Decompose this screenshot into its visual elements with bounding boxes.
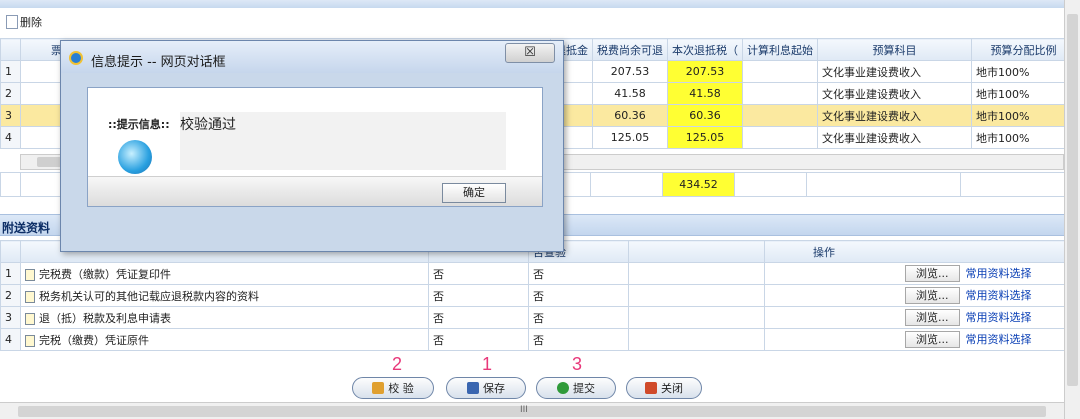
annotation-number: 3 <box>572 354 583 374</box>
delete-icon[interactable] <box>6 15 18 29</box>
common-materials-link[interactable]: 常用资料选择 <box>966 289 1032 302</box>
scale-icon <box>372 382 385 394</box>
attachments-grid: 否查验 操作 1 完税费（缴款）凭证复印件 否否 浏览... 常用资料选择 2 税… <box>0 240 1065 351</box>
section-header-refund-detail <box>0 0 1064 8</box>
table-row[interactable]: 3 退（抵）税款及利息申请表 否否 浏览... 常用资料选择 <box>0 306 1065 329</box>
browse-button[interactable]: 浏览... <box>905 287 960 304</box>
document-icon <box>25 268 35 281</box>
page-vertical-scrollbar[interactable] <box>1064 0 1080 419</box>
ok-button[interactable]: 确定 <box>442 183 506 203</box>
save-button[interactable]: 保存 <box>446 377 526 399</box>
dialog-body: ::提示信息:: 校验通过 确定 <box>87 87 543 207</box>
delete-button[interactable]: 删除 <box>20 14 42 30</box>
prompt-label: ::提示信息:: <box>108 118 170 131</box>
toolbar: 删除 <box>0 10 1064 34</box>
table-row[interactable]: 4 完税（缴费）凭证原件 否否 浏览... 常用资料选择 <box>0 328 1065 351</box>
annotation-number: 2 <box>392 354 403 374</box>
submit-button[interactable]: 提交 <box>536 377 616 399</box>
dialog-message: 校验通过 <box>180 117 236 133</box>
col-header-remain: 税费尚余可退 <box>592 38 668 61</box>
annotation-number: 1 <box>482 354 493 374</box>
col-header-budget-subject: 预算科目 <box>817 38 972 61</box>
browse-button[interactable]: 浏览... <box>905 331 960 348</box>
document-icon <box>25 312 35 325</box>
scrollbar-thumb[interactable] <box>1067 14 1078 386</box>
exit-icon <box>645 382 657 394</box>
table-row[interactable]: 2 税务机关认可的其他记载应退税款内容的资料 否否 浏览... 常用资料选择 <box>0 284 1065 307</box>
browse-button[interactable]: 浏览... <box>905 265 960 282</box>
scrollbar-grip: III <box>520 405 528 415</box>
document-icon <box>25 334 35 347</box>
table-row[interactable]: 1 完税费（缴款）凭证复印件 否否 浏览... 常用资料选择 <box>0 262 1065 285</box>
browse-button[interactable]: 浏览... <box>905 309 960 326</box>
col-header-operation: 操作 <box>764 240 1065 263</box>
dialog-close-button[interactable]: ☒ <box>505 43 555 63</box>
col-header-budget-ratio: 预算分配比例 <box>971 38 1076 61</box>
common-materials-link[interactable]: 常用资料选择 <box>966 311 1032 324</box>
info-dialog: 信息提示 -- 网页对话框 ☒ ::提示信息:: 校验通过 确定 <box>60 40 564 252</box>
page-horizontal-scrollbar[interactable]: III <box>0 402 1064 419</box>
dialog-footer: 确定 <box>88 176 542 206</box>
info-globe-icon <box>118 140 152 174</box>
check-circle-icon <box>557 382 569 394</box>
col-header-interest-start: 计算利息起始 <box>742 38 818 61</box>
floppy-icon <box>467 382 479 394</box>
scrollbar-thumb[interactable] <box>18 406 1046 417</box>
dialog-titlebar[interactable]: 信息提示 -- 网页对话框 ☒ <box>61 41 563 73</box>
common-materials-link[interactable]: 常用资料选择 <box>966 333 1032 346</box>
ie-icon <box>69 51 83 65</box>
verify-button[interactable]: 校 验 <box>352 377 434 399</box>
col-header-this-refund: 本次退抵税（ <box>667 38 743 61</box>
total-value: 434.52 <box>662 172 735 197</box>
common-materials-link[interactable]: 常用资料选择 <box>966 267 1032 280</box>
close-button[interactable]: 关闭 <box>626 377 702 399</box>
document-icon <box>25 290 35 303</box>
